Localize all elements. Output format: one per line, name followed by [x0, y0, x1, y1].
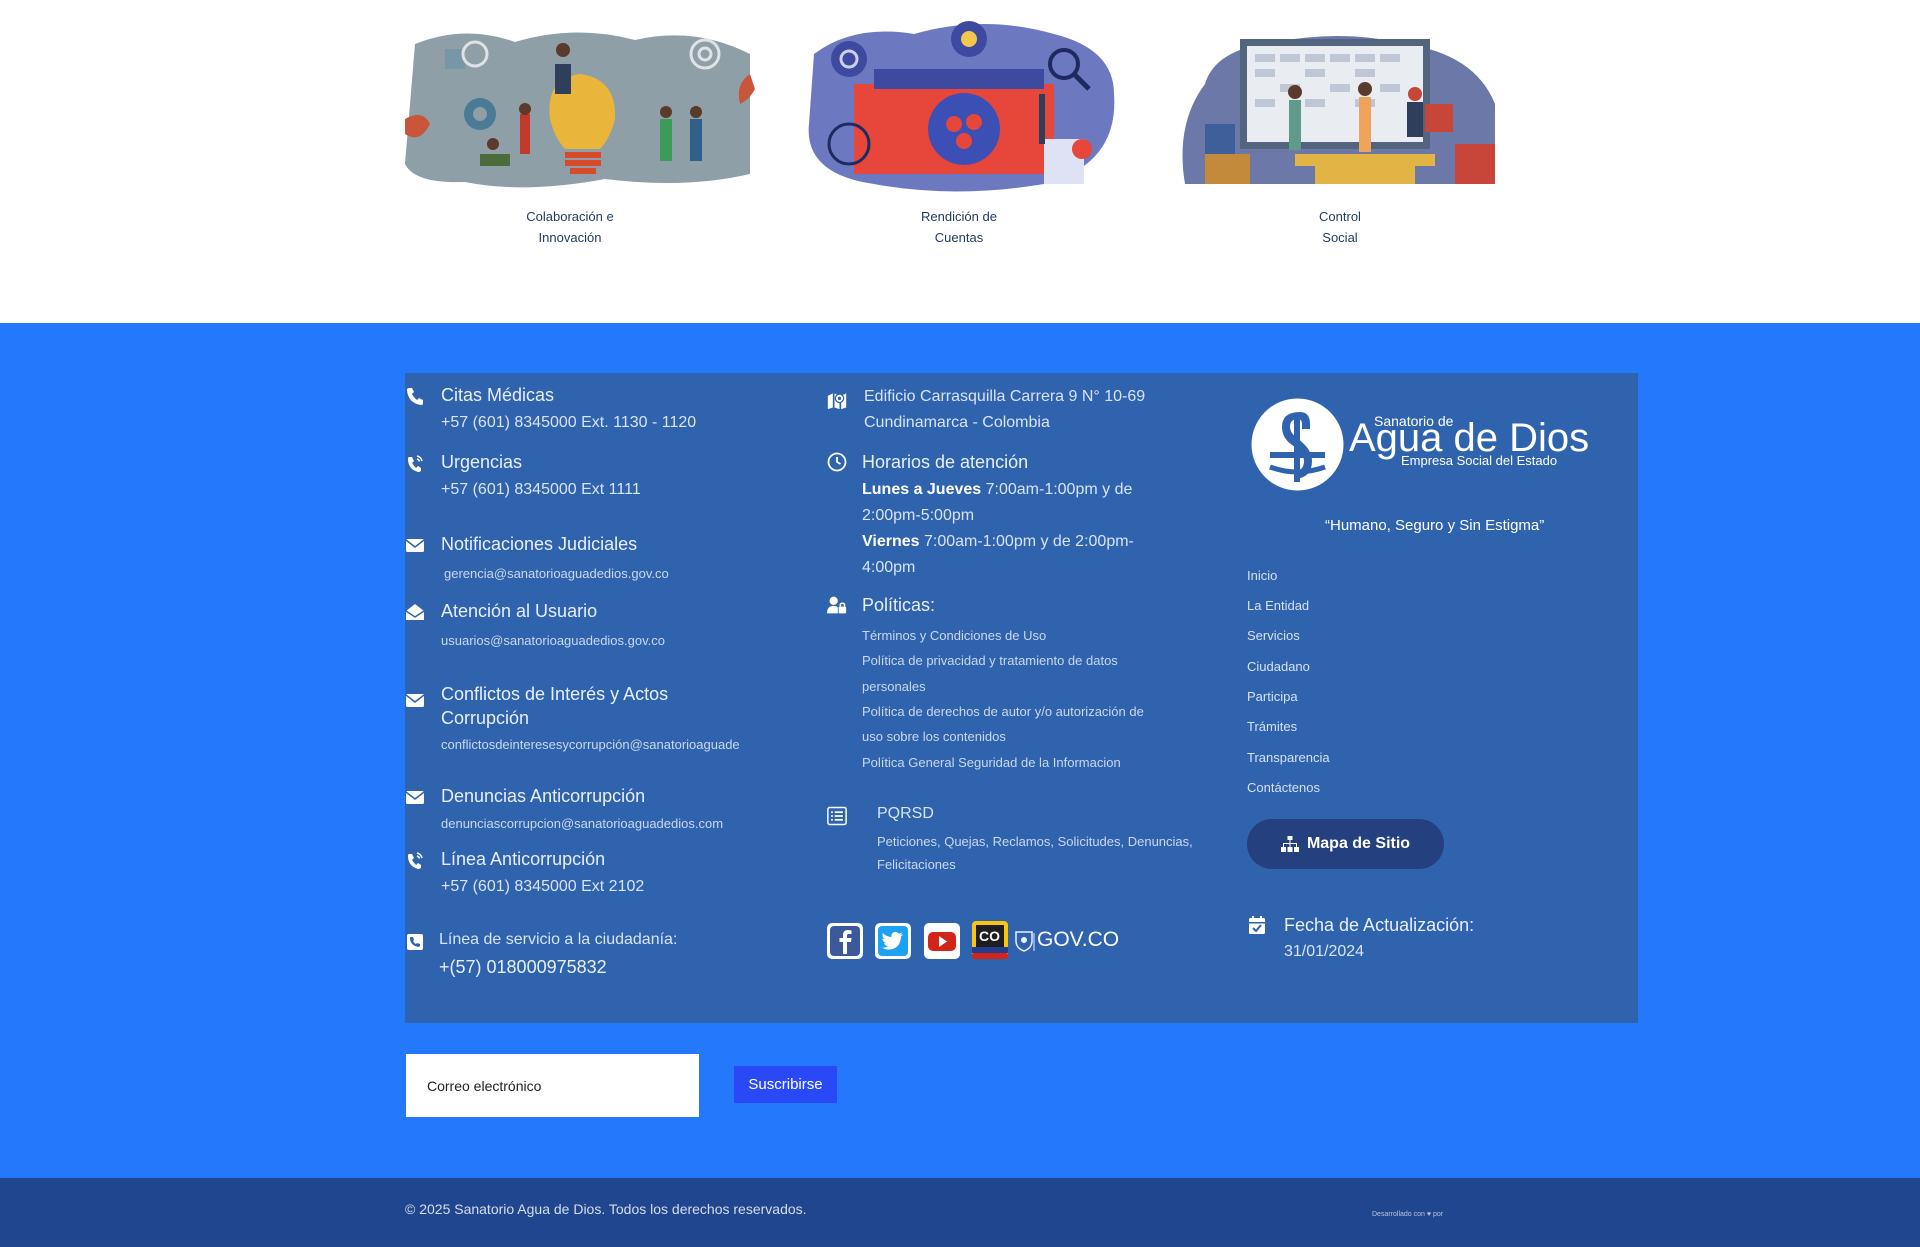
- footer: Citas Médicas +57 (601) 8345000 Ext. 113…: [0, 323, 1920, 1178]
- linea-anticorrupcion-title: Línea Anticorrupción: [441, 849, 606, 869]
- process-section: Colaboración e Innovación Rendición de C…: [0, 0, 1920, 323]
- bottom-bar: © 2025 Sanatorio Agua de Dios. Todos los…: [0, 1178, 1920, 1247]
- policy-link[interactable]: Política de privacidad y tratamiento de …: [862, 653, 1118, 668]
- linea-servicio-phone[interactable]: +(57) 018000975832: [439, 957, 607, 978]
- pqrsd-title[interactable]: PQRSD: [877, 805, 934, 823]
- card-caption-line: Rendición de: [921, 209, 997, 224]
- social-row: CO GOV.CO: [827, 921, 1157, 961]
- policies-title: Políticas:: [862, 595, 936, 615]
- pqrsd-desc: Peticiones, Quejas, Reclamos, Solicitude…: [877, 834, 1193, 849]
- co-logo-text: CO: [979, 928, 1000, 944]
- notificaciones-email[interactable]: gerencia@sanatorioaguadedios.gov.co: [444, 566, 669, 581]
- address-line2: Cundinamarca - Colombia: [864, 414, 1050, 431]
- denuncias-title: Denuncias Anticorrupción: [441, 786, 646, 806]
- hours-mon-thu-label: Lunes a Jueves: [862, 481, 982, 498]
- policy-link[interactable]: Términos y Condiciones de Uso: [862, 628, 1046, 643]
- card-caption-line: Cuentas: [934, 230, 984, 245]
- linea-anticorrupcion-phone[interactable]: +57 (601) 8345000 Ext 2102: [441, 878, 644, 896]
- conflictos-email[interactable]: conflictosdeinteresesycorrupción@sanator…: [441, 737, 801, 752]
- hours-fri-label: Viernes: [862, 533, 920, 550]
- envelope-icon: [405, 535, 425, 555]
- phone-ring-icon: [405, 453, 425, 473]
- envelope-open-icon: [405, 602, 425, 622]
- mapa-de-sitio-button[interactable]: Mapa de Sitio: [1247, 819, 1444, 869]
- footer-panel: Citas Médicas +57 (601) 8345000 Ext. 113…: [405, 373, 1638, 1023]
- rendicion-illustration: [794, 14, 1124, 194]
- card-caption-line: Colaboración e: [526, 209, 614, 224]
- map-marker-icon: [827, 390, 851, 414]
- card-colaboracion[interactable]: Colaboración e Innovación: [405, 14, 755, 248]
- phone-ring-icon: [405, 850, 425, 870]
- twitter-icon[interactable]: [875, 923, 911, 959]
- card-caption-line: Innovación: [538, 230, 602, 245]
- developer-credit[interactable]: Desarrollado con ♥ por: [1372, 1211, 1443, 1218]
- nav-ciudadano[interactable]: Ciudadano: [1247, 659, 1310, 674]
- card-caption: Rendición de Cuentas: [794, 206, 1124, 248]
- user-lock-icon: [827, 595, 851, 617]
- notificaciones-title: Notificaciones Judiciales: [441, 534, 638, 554]
- list-icon: [827, 806, 861, 838]
- nav-tramites[interactable]: Trámites: [1247, 719, 1297, 734]
- gov-co-label[interactable]: GOV.CO: [1037, 928, 1119, 952]
- clock-icon: [827, 452, 847, 472]
- nav-servicios[interactable]: Servicios: [1247, 628, 1300, 643]
- sitemap-icon: [1280, 836, 1299, 852]
- citas-title: Citas Médicas: [441, 385, 555, 405]
- hours-mon-thu-value: 2:00pm-5:00pm: [862, 507, 975, 524]
- colaboracion-illustration: [405, 14, 755, 194]
- conflictos-title-1: Conflictos de Interés y Actos: [441, 684, 669, 704]
- denuncias-email[interactable]: denunciascorrupcion@sanatorioaguadedios.…: [441, 816, 723, 831]
- co-logo[interactable]: CO: [972, 921, 1008, 959]
- policy-link[interactable]: uso sobre los contenidos: [862, 729, 1006, 744]
- nav-participa[interactable]: Participa: [1247, 689, 1298, 704]
- phone-square-icon: [405, 932, 425, 952]
- nav-transparencia[interactable]: Transparencia: [1247, 750, 1330, 765]
- atencion-email[interactable]: usuarios@sanatorioaguadedios.gov.co: [441, 633, 665, 648]
- address-line1: Edificio Carrasquilla Carrera 9 N° 10-69: [864, 388, 1146, 405]
- linea-servicio-title: Línea de servicio a la ciudadanía:: [439, 931, 678, 948]
- mapa-de-sitio-label: Mapa de Sitio: [1306, 835, 1411, 852]
- nav-contactenos[interactable]: Contáctenos: [1247, 780, 1320, 795]
- calendar-check-icon: [1247, 915, 1267, 935]
- citas-phone[interactable]: +57 (601) 8345000 Ext. 1130 - 1120: [441, 414, 696, 432]
- hours-fri-value: 4:00pm: [862, 559, 916, 576]
- phone-icon: [405, 386, 425, 406]
- card-caption-line: Control: [1319, 209, 1361, 224]
- hours-mon-thu: Lunes a Jueves 7:00am-1:00pm y de 2:00pm…: [862, 477, 1182, 529]
- policy-link[interactable]: personales: [862, 679, 926, 694]
- update-date: 31/01/2024: [1284, 943, 1365, 960]
- shield-icon: [1013, 929, 1035, 953]
- card-rendicion[interactable]: Rendición de Cuentas: [794, 14, 1124, 248]
- card-caption: Control Social: [1175, 206, 1505, 248]
- footer-nav: Inicio La Entidad Servicios Ciudadano Pa…: [1247, 373, 1547, 795]
- card-caption: Colaboración e Innovación: [405, 206, 735, 248]
- pqrsd-desc: Felicitaciones: [877, 857, 956, 872]
- hours-fri: Viernes 7:00am-1:00pm y de 2:00pm- 4:00p…: [862, 529, 1182, 581]
- atencion-title: Atención al Usuario: [441, 601, 598, 621]
- newsletter-email-input[interactable]: [406, 1054, 699, 1117]
- nav-inicio[interactable]: Inicio: [1247, 568, 1277, 583]
- hours-mon-thu-value: 7:00am-1:00pm y de: [981, 481, 1133, 498]
- urgencias-title: Urgencias: [441, 452, 523, 472]
- urgencias-phone[interactable]: +57 (601) 8345000 Ext 1111: [441, 481, 641, 499]
- card-caption-line: Social: [1322, 230, 1358, 245]
- subscribe-button[interactable]: Suscribirse: [734, 1066, 837, 1103]
- control-illustration: [1175, 14, 1505, 194]
- conflictos-title-2: Corrupción: [441, 708, 530, 728]
- envelope-icon: [405, 787, 425, 807]
- page: Colaboración e Innovación Rendición de C…: [0, 0, 1920, 1247]
- policy-link[interactable]: Política General Seguridad de la Informa…: [862, 755, 1121, 770]
- facebook-icon[interactable]: [827, 923, 863, 959]
- copyright: © 2025 Sanatorio Agua de Dios. Todos los…: [405, 1201, 807, 1217]
- policy-link[interactable]: Política de derechos de autor y/o autori…: [862, 704, 1144, 719]
- card-control[interactable]: Control Social: [1175, 14, 1505, 248]
- envelope-icon: [405, 690, 425, 710]
- hours-fri-value: 7:00am-1:00pm y de 2:00pm-: [919, 533, 1134, 550]
- hours-title: Horarios de atención: [862, 452, 1029, 472]
- update-title: Fecha de Actualización:: [1284, 915, 1475, 935]
- youtube-icon[interactable]: [924, 923, 960, 959]
- nav-la-entidad[interactable]: La Entidad: [1247, 598, 1309, 613]
